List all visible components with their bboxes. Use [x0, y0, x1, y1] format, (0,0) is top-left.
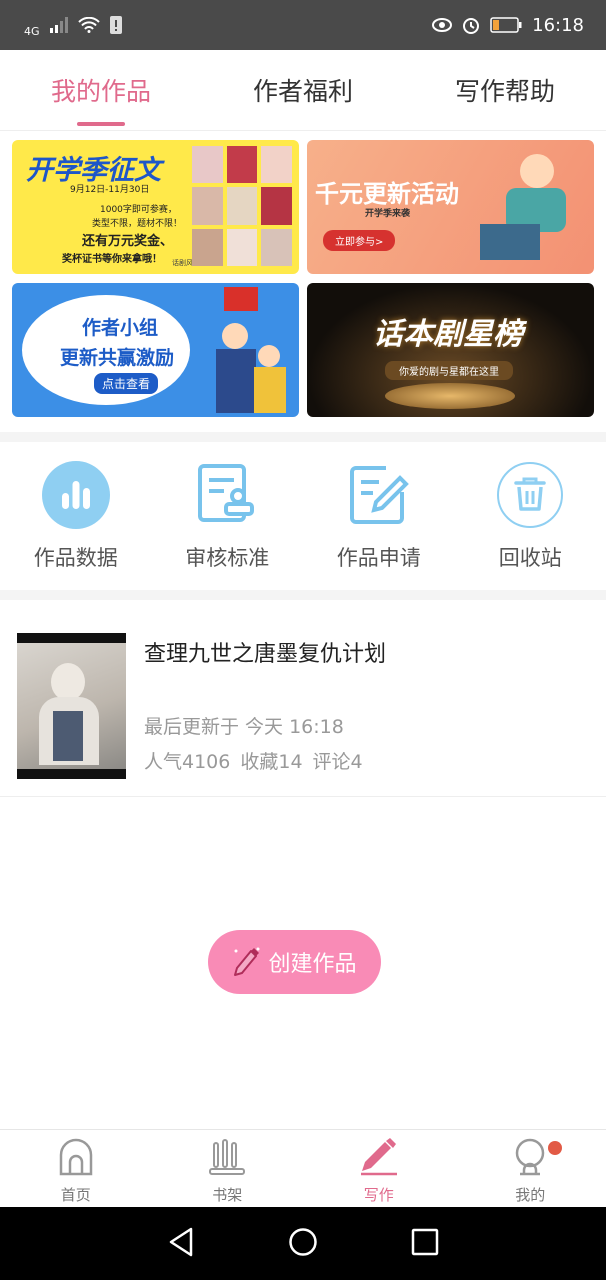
network-label: 4G	[24, 24, 40, 38]
tool-work-data[interactable]: 作品数据	[0, 442, 152, 590]
eye-icon	[432, 18, 453, 32]
tab-my-works[interactable]: 我的作品	[0, 50, 202, 130]
nav-bookshelf[interactable]: 书架	[152, 1130, 304, 1207]
alarm-icon	[462, 16, 480, 34]
nav-mine[interactable]: 我的	[455, 1130, 606, 1207]
clock: 16:18	[532, 14, 584, 36]
banner-star-stage	[385, 383, 515, 409]
home-circle-icon[interactable]	[288, 1227, 318, 1261]
banner-contest-line4: 奖杯证书等你来拿哦！	[62, 254, 162, 265]
tool-review-standards-label: 审核标准	[185, 546, 270, 570]
bar-chart-icon	[41, 460, 111, 530]
banner-group-button[interactable]: 点击查看	[94, 373, 159, 394]
banner-star-ranking[interactable]: 话本剧星榜 你爱的剧与星都在这里	[307, 283, 594, 417]
status-bar: 4G 16:18	[0, 0, 606, 50]
banner-contest-line1: 1000字即可参赛，	[100, 205, 177, 215]
top-tabs: 我的作品 作者福利 写作帮助	[0, 50, 606, 131]
nav-bookshelf-label: 书架	[212, 1186, 243, 1204]
recent-apps-icon[interactable]	[411, 1228, 439, 1260]
tool-row: 作品数据 审核标准 作品申请 回收站	[0, 442, 606, 590]
banner-group-people	[208, 323, 294, 413]
bottom-nav: 首页 书架 写作 我的	[0, 1129, 606, 1207]
banner-star-subtitle: 你爱的剧与星都在这里	[385, 361, 513, 380]
pencil-icon	[359, 1138, 399, 1180]
tab-author-benefits[interactable]: 作者福利	[202, 50, 404, 130]
work-stats: 人气4106 收藏14 评论4	[144, 747, 363, 774]
tool-work-application-label: 作品申请	[336, 546, 421, 570]
trash-icon	[495, 460, 565, 530]
create-work-label: 创建作品	[268, 952, 357, 977]
divider	[0, 590, 606, 600]
bookshelf-icon	[209, 1138, 246, 1180]
banner-update-title: 千元更新活动	[315, 180, 459, 208]
signal-icon	[49, 17, 68, 33]
review-stamp-icon	[192, 460, 262, 530]
banner-group-title2: 更新共赢激励	[60, 347, 175, 369]
work-comments: 评论4	[312, 751, 363, 773]
divider	[0, 432, 606, 442]
banner-update-event[interactable]: 千元更新活动 开学季来袭 立即参与>	[307, 140, 594, 274]
banner-update-button[interactable]: 立即参与>	[323, 230, 396, 251]
create-work-button[interactable]: 创建作品	[208, 930, 381, 994]
profile-icon	[512, 1138, 548, 1180]
sim-alert-icon	[109, 16, 122, 34]
work-title[interactable]: 查理九世之唐墨复仇计划	[144, 636, 386, 668]
banner-contest-line2: 类型不限，题材不限！	[92, 219, 183, 229]
tool-work-application[interactable]: 作品申请	[303, 442, 455, 590]
banner-contest-line3: 还有万元奖金、	[82, 234, 174, 249]
banner-contest-photos	[192, 146, 292, 266]
banner-star-title: 话本剧星榜	[373, 317, 523, 352]
work-favorites: 收藏14	[240, 751, 303, 773]
banner-group-flag	[224, 287, 258, 311]
work-popularity: 人气4106	[144, 751, 231, 773]
nav-mine-label: 我的	[515, 1186, 546, 1204]
banner-contest-dates: 9月12日-11月30日	[70, 185, 150, 195]
wifi-icon	[77, 17, 100, 33]
system-nav-bar	[0, 1207, 606, 1280]
pencil-icon	[232, 945, 262, 979]
back-icon[interactable]	[167, 1227, 195, 1261]
tool-recycle-bin-label: 回收站	[498, 546, 562, 570]
nav-write-label: 写作	[363, 1186, 394, 1204]
tab-writing-help[interactable]: 写作帮助	[404, 50, 606, 130]
banner-update-subtitle: 开学季来袭	[365, 209, 411, 219]
nav-home[interactable]: 首页	[0, 1130, 152, 1207]
tool-work-data-label: 作品数据	[33, 546, 118, 570]
tool-recycle-bin[interactable]: 回收站	[455, 442, 606, 590]
home-icon	[58, 1138, 94, 1180]
banner-update-illustration	[480, 154, 580, 264]
nav-home-label: 首页	[60, 1186, 91, 1204]
nav-write[interactable]: 写作	[303, 1130, 455, 1207]
work-updated-time: 最后更新于 今天 16:18	[144, 716, 344, 738]
notification-dot	[547, 1141, 562, 1155]
banner-grid: 开学季征文 9月12日-11月30日 1000字即可参赛， 类型不限，题材不限！…	[0, 131, 606, 432]
banner-group-title1: 作者小组	[82, 317, 159, 339]
work-list-item[interactable]: 查理九世之唐墨复仇计划 最后更新于 今天 16:18 人气4106 收藏14 评…	[0, 600, 606, 797]
banner-author-group[interactable]: 作者小组 更新共赢激励 点击查看	[12, 283, 299, 417]
work-cover-image[interactable]	[17, 633, 126, 779]
tool-review-standards[interactable]: 审核标准	[152, 442, 304, 590]
battery-icon	[490, 17, 522, 33]
edit-document-icon	[344, 460, 414, 530]
banner-contest[interactable]: 开学季征文 9月12日-11月30日 1000字即可参赛， 类型不限，题材不限！…	[12, 140, 299, 274]
